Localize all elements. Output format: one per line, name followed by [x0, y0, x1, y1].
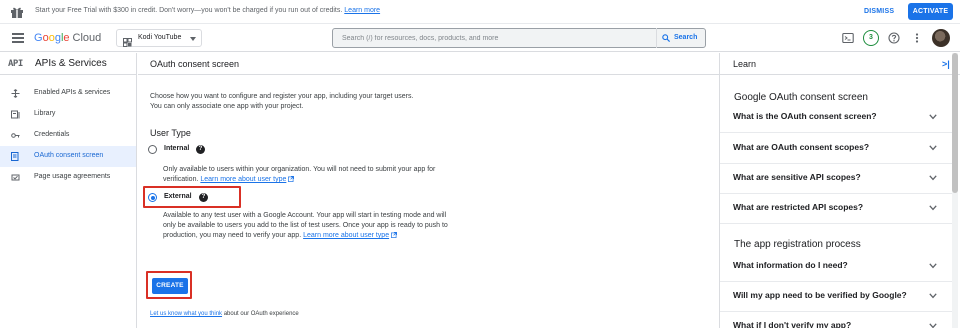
learn-section-title: The app registration process	[734, 239, 861, 250]
internal-description: Only available to users within your orga…	[163, 165, 455, 185]
faq-item[interactable]: What are OAuth consent scopes?	[720, 134, 952, 164]
google-cloud-logo[interactable]: Google Cloud	[34, 32, 101, 44]
free-trial-banner: Start your Free Trial with $300 in credi…	[0, 0, 960, 24]
scrollbar-thumb[interactable]	[952, 53, 958, 193]
sidebar-header: API APIs & Services	[0, 53, 137, 75]
learn-header: Learn >|	[720, 53, 960, 75]
sidebar-item-enabled-apis[interactable]: Enabled APIs & services	[0, 83, 136, 104]
cloud-shell-icon[interactable]	[842, 32, 854, 44]
main-header: OAuth consent screen	[138, 53, 719, 75]
gift-icon	[10, 5, 24, 19]
create-button[interactable]: CREATE	[152, 278, 188, 294]
help-icon[interactable]	[888, 32, 900, 44]
feedback-link[interactable]: Let us know what you think	[150, 311, 222, 317]
external-link-icon	[391, 231, 398, 238]
sidebar-item-label: Enabled APIs & services	[34, 89, 111, 96]
faq-question: What are OAuth consent scopes?	[733, 142, 870, 152]
page-title: OAuth consent screen	[150, 59, 240, 69]
chevron-down-icon	[929, 263, 937, 269]
logo-letter: G	[34, 32, 43, 44]
sidebar-item-library[interactable]: Library	[0, 104, 136, 125]
chevron-down-icon	[929, 114, 937, 120]
agreements-icon	[11, 173, 20, 182]
help-icon[interactable]: ?	[199, 193, 208, 202]
faq-item[interactable]: What is the OAuth consent screen?	[720, 103, 952, 133]
sidebar-item-label: Page usage agreements	[34, 173, 111, 180]
chevron-down-icon	[929, 145, 937, 151]
faq-question: What is the OAuth consent screen?	[733, 111, 877, 121]
logo-cloud-word: Cloud	[72, 32, 102, 44]
internal-option[interactable]: Internal ?	[148, 143, 228, 157]
more-vert-icon[interactable]	[911, 32, 923, 44]
feedback-line: Let us know what you think about our OAu…	[150, 311, 299, 317]
learn-title: Learn	[733, 59, 757, 69]
search-button[interactable]: Search	[656, 28, 707, 48]
faq-question: What information do I need?	[733, 260, 848, 270]
faq-question: What if I don't verify my app?	[733, 320, 852, 328]
apis-icon	[11, 89, 20, 98]
banner-message-text: Start your Free Trial with $300 in credi…	[35, 7, 343, 14]
faq-item[interactable]: What if I don't verify my app?	[720, 312, 952, 328]
sidebar-item-label: OAuth consent screen	[34, 152, 104, 159]
faq-item[interactable]: What are sensitive API scopes?	[720, 164, 952, 194]
internal-radio[interactable]	[148, 145, 157, 154]
api-logo: API	[8, 59, 23, 69]
learn-panel: Learn >| Google OAuth consent screen Wha…	[719, 53, 960, 328]
chevron-down-icon	[929, 175, 937, 181]
chevron-down-icon	[929, 205, 937, 211]
sidebar: API APIs & Services Enabled APIs & servi…	[0, 53, 137, 328]
project-name: Kodi YouTube	[138, 34, 182, 41]
external-learn-more-link[interactable]: Learn more about user type	[303, 232, 389, 239]
external-description: Available to any test user with a Google…	[163, 211, 455, 241]
library-icon	[11, 110, 20, 119]
external-link-icon	[288, 175, 295, 182]
internal-learn-more-link[interactable]: Learn more about user type	[200, 176, 286, 183]
faq-question: What are sensitive API scopes?	[733, 172, 861, 182]
activate-button[interactable]: ACTIVATE	[908, 3, 953, 20]
key-icon	[11, 131, 20, 140]
chevron-down-icon	[190, 37, 196, 41]
feedback-text: about our OAuth experience	[222, 311, 299, 317]
sidebar-item-oauth-consent-screen[interactable]: OAuth consent screen	[0, 146, 136, 167]
sidebar-item-label: Library	[34, 110, 56, 117]
faq-question: Will my app need to be verified by Googl…	[733, 290, 907, 300]
chevron-down-icon	[929, 293, 937, 299]
main-content: OAuth consent screen Choose how you want…	[138, 53, 719, 328]
banner-message: Start your Free Trial with $300 in credi…	[35, 7, 380, 14]
external-option[interactable]: External ?	[148, 191, 228, 205]
sidebar-item-label: Credentials	[34, 131, 70, 138]
learn-scrollbar[interactable]	[951, 53, 960, 328]
faq-item[interactable]: What are restricted API scopes?	[720, 194, 952, 224]
faq-item[interactable]: Will my app need to be verified by Googl…	[720, 282, 952, 312]
notifications-badge[interactable]: 3	[863, 30, 879, 46]
sidebar-item-page-usage-agreements[interactable]: Page usage agreements	[0, 167, 136, 188]
external-label: External	[164, 193, 192, 200]
search-input[interactable]	[342, 33, 642, 44]
search-button-label: Search	[674, 34, 698, 41]
sidebar-title: APIs & Services	[35, 58, 107, 69]
logo-letter: e	[63, 32, 70, 44]
learn-section-title: Google OAuth consent screen	[734, 92, 868, 103]
internal-label: Internal	[164, 145, 190, 152]
search-bar: Search	[332, 28, 706, 48]
faq-item[interactable]: What information do I need?	[720, 252, 952, 282]
collapse-panel-icon[interactable]: >|	[942, 59, 950, 69]
top-header: GoogleCloud Kodi YouTube Search 3	[0, 24, 960, 52]
project-picker[interactable]: Kodi YouTube	[116, 29, 202, 47]
project-icon	[123, 34, 132, 47]
faq-question: What are restricted API scopes?	[733, 202, 864, 212]
banner-learn-more-link[interactable]: Learn more	[344, 7, 380, 14]
intro-text: Choose how you want to configure and reg…	[150, 93, 414, 110]
search-icon	[662, 34, 670, 42]
consent-icon	[11, 152, 20, 161]
sidebar-item-credentials[interactable]: Credentials	[0, 125, 136, 146]
main-menu-icon[interactable]	[12, 33, 24, 43]
user-type-heading: User Type	[150, 128, 191, 138]
chevron-down-icon	[929, 323, 937, 328]
help-icon[interactable]: ?	[196, 145, 205, 154]
external-radio[interactable]	[148, 193, 157, 202]
dismiss-button[interactable]: DISMISS	[864, 5, 894, 19]
avatar[interactable]	[932, 29, 950, 47]
